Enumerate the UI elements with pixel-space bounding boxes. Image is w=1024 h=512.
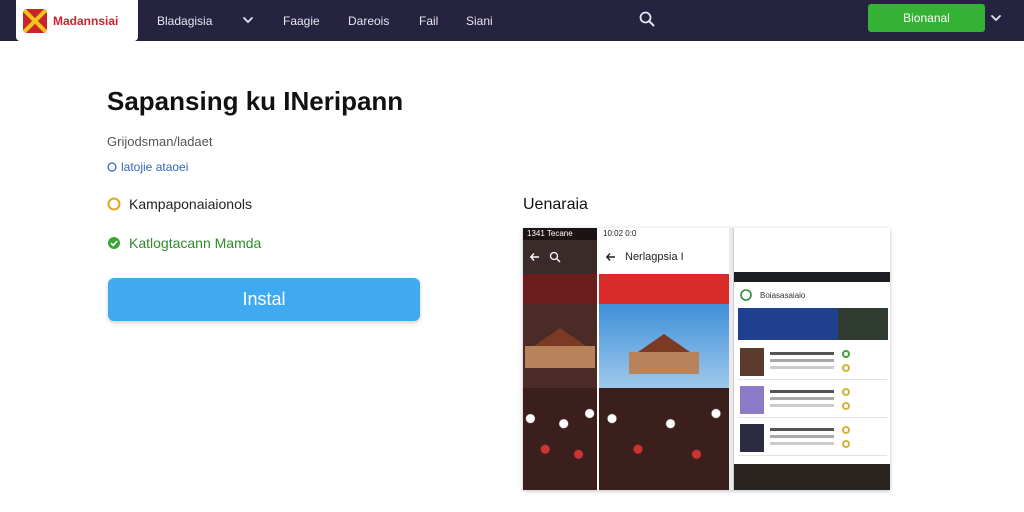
app-subtitle: Grijodsman/ladaet bbox=[107, 134, 213, 149]
info-circle-icon bbox=[107, 162, 117, 172]
app-bar: Boiasasaiaio bbox=[734, 284, 890, 306]
nav-item-3[interactable]: Dareois bbox=[348, 0, 389, 41]
featured-banner bbox=[738, 308, 838, 340]
screenshot-2[interactable]: 10:02 0:0 Nerlagpsia I bbox=[597, 228, 729, 490]
feature-label: Kampaponaiaionols bbox=[129, 196, 252, 212]
featured-thumb bbox=[838, 308, 888, 340]
screenshot-1[interactable]: 1341 Tecane bbox=[523, 228, 597, 490]
feature-label: Katlogtacann Mamda bbox=[129, 235, 262, 251]
feature-item: Katlogtacann Mamda bbox=[107, 235, 261, 251]
toolbar-strip bbox=[734, 272, 890, 282]
app-bar: Nerlagpsia I bbox=[599, 240, 729, 274]
search-icon bbox=[549, 251, 561, 263]
app-logo-icon bbox=[740, 289, 752, 301]
chevron-down-icon[interactable] bbox=[988, 10, 1004, 26]
pending-circle-icon bbox=[107, 197, 121, 211]
bottom-photo-strip bbox=[734, 464, 890, 490]
screen-title: Boiasasaiaio bbox=[760, 290, 806, 300]
primary-nav-button[interactable]: Bionanal bbox=[868, 4, 985, 32]
screenshot-3[interactable]: Boiasasaiaio bbox=[733, 228, 890, 490]
search-icon[interactable] bbox=[638, 10, 656, 28]
app-meta-link[interactable]: latojie ataoei bbox=[107, 160, 188, 174]
feature-item: Kampaponaiaionols bbox=[107, 196, 252, 212]
app-bar bbox=[523, 240, 597, 274]
list-item bbox=[738, 420, 887, 456]
page-title: Sapansing ku INeripann bbox=[107, 86, 404, 116]
header-strip bbox=[523, 274, 597, 304]
brand-name: Madannsiai bbox=[53, 13, 119, 28]
nav-item-1[interactable]: Bladagisia bbox=[157, 0, 212, 41]
back-arrow-icon bbox=[605, 253, 615, 261]
top-navigation-bar: Madannsiai Bladagisia Faagie Dareois Fai… bbox=[0, 0, 1024, 41]
back-arrow-icon bbox=[529, 253, 539, 261]
header-strip bbox=[599, 274, 729, 304]
check-circle-icon bbox=[108, 237, 120, 249]
nav-item-4[interactable]: Fail bbox=[419, 0, 438, 41]
list-item bbox=[738, 382, 887, 418]
screenshots-heading: Uenaraia bbox=[523, 196, 588, 213]
status-bar bbox=[734, 228, 890, 240]
list-item bbox=[738, 344, 887, 380]
brand-flag-icon bbox=[23, 8, 47, 33]
install-button[interactable]: Instal bbox=[108, 278, 420, 321]
event-photo bbox=[523, 304, 597, 490]
status-text: 1341 Tecane bbox=[523, 228, 597, 240]
nav-item-2[interactable]: Faagie bbox=[283, 0, 320, 41]
nav-item-5[interactable]: Siani bbox=[466, 0, 493, 41]
brand-logo-link[interactable]: Madannsiai bbox=[16, 0, 138, 41]
app-meta-text: latojie ataoei bbox=[121, 160, 189, 174]
screenshots-carousel[interactable]: 1341 Tecane 10:02 0:0 Nerlagpsia I Boias… bbox=[523, 228, 890, 490]
screen-title: Nerlagpsia I bbox=[625, 251, 684, 263]
chevron-down-icon[interactable] bbox=[240, 12, 256, 28]
status-text: 10:02 0:0 bbox=[603, 229, 637, 238]
event-photo bbox=[599, 304, 729, 490]
